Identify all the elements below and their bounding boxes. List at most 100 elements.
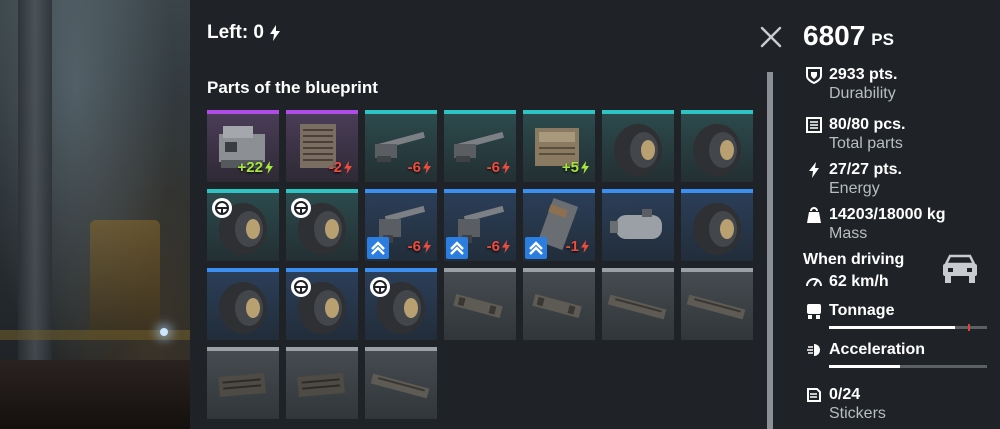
wheel-icon bbox=[693, 203, 741, 255]
speedometer-icon bbox=[806, 278, 822, 287]
acceleration-bar bbox=[829, 365, 987, 368]
part-energy: +22 bbox=[238, 159, 273, 176]
tonnage-limit-marker bbox=[968, 324, 971, 331]
tank-icon bbox=[610, 209, 662, 239]
lightning-icon bbox=[809, 162, 819, 178]
part-slot[interactable]: -6 bbox=[365, 110, 437, 182]
energy-value: 27/27 pts. bbox=[829, 161, 902, 178]
speed-value: 62 km/h bbox=[829, 273, 889, 290]
total-parts-label: Total parts bbox=[829, 135, 903, 152]
steering-icon bbox=[291, 277, 311, 297]
part-slot[interactable] bbox=[602, 189, 674, 261]
part-slot[interactable]: +5 bbox=[523, 110, 595, 182]
part-slot[interactable] bbox=[286, 189, 358, 261]
energy-left-counter: Left: 0 bbox=[207, 22, 280, 44]
scrollbar-thumb[interactable] bbox=[767, 72, 773, 429]
part-slot[interactable] bbox=[286, 268, 358, 340]
close-icon[interactable] bbox=[758, 24, 784, 50]
sticker-icon bbox=[807, 388, 821, 402]
part-energy: -6 bbox=[408, 238, 431, 255]
frame-long-icon bbox=[686, 294, 746, 320]
part-slot[interactable] bbox=[681, 110, 753, 182]
part-slot[interactable] bbox=[207, 268, 279, 340]
part-slot[interactable] bbox=[602, 268, 674, 340]
tonnage-icon bbox=[807, 304, 821, 319]
part-slot[interactable]: -1 bbox=[523, 189, 595, 261]
stat-total-parts: 80/80 pcs. Total parts bbox=[805, 116, 906, 153]
part-energy: -2 bbox=[329, 159, 352, 176]
part-energy: -1 bbox=[566, 238, 589, 255]
part-slot[interactable] bbox=[207, 189, 279, 261]
power-score-unit: PS bbox=[871, 30, 894, 49]
lightning-icon bbox=[502, 240, 510, 253]
frame-long-icon bbox=[607, 294, 667, 320]
lightning-icon bbox=[270, 25, 280, 41]
parts-list-icon bbox=[806, 117, 822, 133]
stat-energy: 27/27 pts. Energy bbox=[805, 161, 902, 198]
acceleration-icon bbox=[807, 344, 820, 356]
durability-label: Durability bbox=[829, 85, 896, 102]
stickers-label: Stickers bbox=[829, 405, 886, 422]
frame-block-icon bbox=[218, 373, 266, 397]
car-icon bbox=[943, 254, 977, 283]
mass-value: 14203/18000 kg bbox=[829, 206, 946, 223]
frame-long-icon bbox=[370, 373, 430, 399]
part-slot[interactable] bbox=[286, 347, 358, 419]
steering-icon bbox=[291, 198, 311, 218]
wheel-icon bbox=[614, 124, 662, 176]
stat-durability: 2933 pts. Durability bbox=[805, 66, 897, 103]
lightning-icon bbox=[581, 161, 589, 174]
stat-mass: 14203/18000 kg Mass bbox=[805, 206, 946, 243]
part-energy-value: -6 bbox=[407, 238, 421, 255]
acceleration-bar-fill bbox=[829, 365, 901, 368]
garage-floor bbox=[0, 360, 190, 429]
lightning-icon bbox=[423, 161, 431, 174]
part-slot[interactable] bbox=[365, 268, 437, 340]
power-score-value: 6807 bbox=[803, 20, 866, 51]
lightning-icon bbox=[502, 161, 510, 174]
part-slot[interactable] bbox=[523, 268, 595, 340]
part-slot[interactable]: -2 bbox=[286, 110, 358, 182]
tonnage-bar-fill bbox=[829, 326, 956, 329]
tonnage-label: Tonnage bbox=[829, 302, 895, 319]
part-slot[interactable]: +22 bbox=[207, 110, 279, 182]
speed-stat: 62 km/h bbox=[805, 273, 889, 291]
lightning-icon bbox=[265, 161, 273, 174]
part-slot[interactable]: -6 bbox=[444, 110, 516, 182]
part-energy-value: -2 bbox=[328, 159, 342, 176]
weight-icon bbox=[807, 207, 821, 223]
power-score: 6807 PS bbox=[803, 20, 894, 52]
acceleration-label: Acceleration bbox=[829, 341, 926, 358]
frame-block-icon bbox=[297, 373, 345, 397]
part-slot[interactable] bbox=[602, 110, 674, 182]
durability-value: 2933 pts. bbox=[829, 66, 898, 83]
upgrade-chevron-icon bbox=[367, 237, 389, 259]
part-slot[interactable] bbox=[681, 268, 753, 340]
garage-lamp bbox=[160, 328, 168, 336]
part-energy: -6 bbox=[408, 159, 431, 176]
steering-icon bbox=[370, 277, 390, 297]
mass-label: Mass bbox=[829, 225, 868, 242]
part-energy: -6 bbox=[487, 238, 510, 255]
tonnage-stat: Tonnage bbox=[805, 302, 987, 331]
garage-machine bbox=[90, 220, 160, 340]
stickers-value: 0/24 bbox=[829, 386, 861, 403]
part-energy-value: -1 bbox=[565, 238, 579, 255]
part-energy: +5 bbox=[562, 159, 589, 176]
part-slot[interactable] bbox=[365, 347, 437, 419]
frame-icon bbox=[532, 293, 582, 319]
parts-grid: +22 -2 -6 -6 +5 -6 -6 -1 bbox=[207, 110, 753, 419]
energy-label: Energy bbox=[829, 180, 880, 197]
tonnage-bar bbox=[829, 324, 987, 331]
part-slot[interactable] bbox=[444, 268, 516, 340]
part-energy-value: -6 bbox=[407, 159, 421, 176]
wheel-icon bbox=[219, 282, 267, 334]
part-slot[interactable]: -6 bbox=[444, 189, 516, 261]
part-slot[interactable] bbox=[207, 347, 279, 419]
wheel-icon bbox=[693, 124, 741, 176]
part-energy-value: -6 bbox=[486, 238, 500, 255]
part-slot[interactable] bbox=[681, 189, 753, 261]
steering-icon bbox=[212, 198, 232, 218]
part-slot[interactable]: -6 bbox=[365, 189, 437, 261]
part-energy: -6 bbox=[487, 159, 510, 176]
